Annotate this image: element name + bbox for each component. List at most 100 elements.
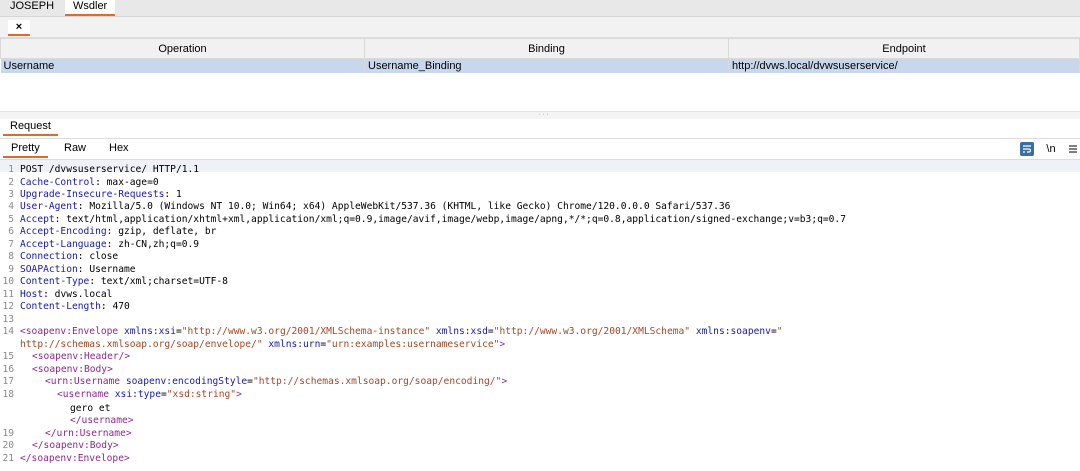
tab-raw[interactable]: Raw: [56, 140, 94, 156]
header-value: gzip, deflate, br: [118, 226, 217, 237]
header-value: dvws.local: [54, 289, 113, 300]
line-number: 17: [2, 376, 14, 387]
header-line: Connection: close: [20, 251, 119, 262]
header-line: Accept-Language: zh-CN,zh;q=0.9: [20, 239, 200, 250]
line-number: 21: [2, 453, 14, 464]
splitter-grip-icon: · · ·: [538, 111, 549, 118]
line-number: 5: [8, 214, 14, 225]
xml-value: "http://www.w3.org/2001/XMLSchema-instan…: [181, 326, 431, 337]
xml-tag: <username: [57, 389, 109, 400]
xml-attr: xmlns:soapenv: [695, 326, 771, 337]
newline-toggle-button[interactable]: \n: [1044, 142, 1058, 156]
header-key: Host: [20, 289, 44, 300]
tab-wsdler[interactable]: Wsdler: [65, 0, 116, 16]
header-value: Username: [89, 264, 136, 275]
line-number: 18: [2, 389, 14, 400]
line-number: 2: [8, 177, 14, 188]
header-value: text/html,application/xhtml+xml,applicat…: [66, 214, 846, 225]
xml-tag: <soapenv:Body>: [32, 364, 113, 375]
line-number: 4: [8, 201, 14, 212]
line-number: 19: [2, 428, 14, 439]
xml-attr: xsi:type: [114, 389, 161, 400]
line-number: 12: [2, 301, 14, 312]
line-number: 13: [2, 314, 14, 325]
line-number: 8: [8, 251, 14, 262]
tab-pretty[interactable]: Pretty: [3, 140, 48, 158]
header-line: SOAPAction: Username: [20, 264, 136, 275]
xml-line: <urn:Username soapenv:encodingStyle="htt…: [45, 376, 508, 387]
header-value: zh-CN,zh;q=0.9: [118, 239, 200, 250]
tab-hex[interactable]: Hex: [101, 140, 137, 156]
cell-operation[interactable]: Username: [0, 58, 365, 73]
xml-tag: <urn:Username: [45, 376, 121, 387]
xml-tag: >: [501, 376, 508, 387]
cell-endpoint[interactable]: http://dvws.local/dvwsuserservice/: [728, 58, 1080, 73]
xml-line: <username xsi:type="xsd:string">: [57, 389, 242, 400]
hamburger-menu-icon[interactable]: [1066, 142, 1080, 156]
request-view-bar: Pretty Raw Hex \n: [0, 140, 1080, 160]
line-number: 20: [2, 440, 14, 451]
request-header: Request: [0, 119, 1080, 139]
tab-request[interactable]: Request: [3, 119, 58, 136]
xml-tag: <soapenv:Envelope: [20, 326, 119, 337]
xml-tag: </soapenv:Envelope>: [20, 453, 130, 464]
line-number: 6: [8, 226, 14, 237]
xml-tag: </soapenv:Body>: [32, 440, 119, 451]
line-number: 14: [2, 326, 14, 337]
header-key: Upgrade-Insecure-Requests: [20, 189, 165, 200]
xml-attr: xmlns:urn: [268, 339, 321, 350]
xml-attr: xmlns:xsi: [123, 326, 176, 337]
table-empty-area: [0, 73, 1080, 111]
header-line: Content-Type: text/xml;charset=UTF-8: [20, 276, 228, 287]
header-key: Accept: [20, 214, 55, 225]
column-header-endpoint[interactable]: Endpoint: [728, 38, 1080, 59]
request-editor[interactable]: 1 POST /dvwsuserservice/ HTTP/1.1 2 Cach…: [0, 160, 1080, 471]
xml-tag: >: [236, 389, 242, 400]
xml-value: "http://schemas.xmlsoap.org/soap/encodin…: [252, 376, 502, 387]
xml-attr: soapenv:encodingStyle: [125, 376, 248, 387]
xml-value: http://schemas.xmlsoap.org/soap/envelope…: [20, 339, 263, 350]
xml-value: ": [776, 326, 783, 337]
header-value: max-age=0: [106, 177, 159, 188]
column-header-operation[interactable]: Operation: [0, 38, 365, 59]
tab-joseph[interactable]: JOSEPH: [2, 0, 62, 16]
header-line: Accept-Encoding: gzip, deflate, br: [20, 226, 217, 237]
header-line: Cache-Control: max-age=0: [20, 177, 159, 188]
header-key: Accept-Encoding: [20, 226, 107, 237]
line-number: 15: [2, 351, 14, 362]
header-key: SOAPAction: [20, 264, 78, 275]
wsdler-subtab-bar: ×: [0, 17, 1080, 38]
close-tab-button[interactable]: ×: [8, 20, 30, 36]
header-value: text/xml;charset=UTF-8: [100, 276, 228, 287]
xml-tag: >: [499, 339, 506, 350]
header-key: Accept-Language: [20, 239, 107, 250]
xml-tag: </username>: [70, 415, 134, 426]
xml-value: "urn:examples:usernameservice": [326, 339, 500, 350]
top-tab-bar: JOSEPH Wsdler: [0, 0, 1080, 17]
header-key: Content-Length: [20, 301, 101, 312]
xml-line: <soapenv:Envelope xmlns:xsi="http://www.…: [20, 326, 783, 337]
line-number: 1: [8, 164, 14, 175]
header-value: 470: [112, 301, 130, 312]
header-line: Upgrade-Insecure-Requests: 1: [20, 189, 182, 200]
header-line: Content-Length: 470: [20, 301, 130, 312]
header-value: 1: [175, 189, 182, 200]
line-number: 10: [2, 276, 14, 287]
operations-table: Operation Binding Endpoint Username User…: [0, 38, 1080, 73]
line-number: 7: [8, 239, 14, 250]
header-line: Host: dvws.local: [20, 289, 113, 300]
column-header-binding[interactable]: Binding: [364, 38, 729, 59]
xml-text-value: gero et: [70, 403, 111, 414]
line-number: 11: [2, 289, 14, 300]
wrap-lines-icon[interactable]: [1020, 142, 1034, 156]
xml-line-wrap: http://schemas.xmlsoap.org/soap/envelope…: [20, 339, 506, 350]
header-key: Content-Type: [20, 276, 90, 287]
xml-tag: <soapenv:Header/>: [32, 351, 131, 362]
header-line: User-Agent: Mozilla/5.0 (Windows NT 10.0…: [20, 201, 731, 212]
table-row[interactable]: Username Username_Binding http://dvws.lo…: [0, 58, 1080, 73]
request-line: POST /dvwsuserservice/ HTTP/1.1: [20, 164, 200, 175]
xml-tag: </urn:Username>: [45, 428, 132, 439]
header-value: Mozilla/5.0 (Windows NT 10.0; Win64; x64…: [89, 201, 731, 212]
cell-binding[interactable]: Username_Binding: [364, 58, 729, 73]
header-value: close: [89, 251, 119, 262]
